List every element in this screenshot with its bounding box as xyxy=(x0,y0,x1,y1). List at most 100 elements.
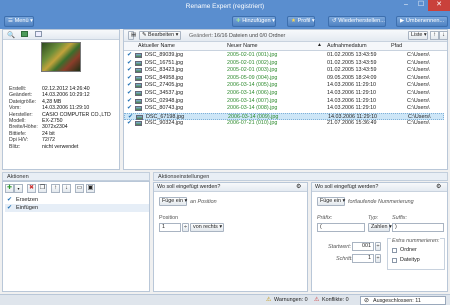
arrow-up-icon[interactable]: ↑ xyxy=(430,31,439,40)
add-action-icon[interactable]: ✚ xyxy=(5,184,14,193)
info-label: Bittiefe: xyxy=(9,130,27,137)
checkmark-icon[interactable]: ✔ xyxy=(127,98,132,105)
numbering-mode-description: fortlaufende Nummerierung xyxy=(348,199,414,205)
column-path[interactable]: Pfad xyxy=(391,43,402,49)
edit-label: Bearbeiten xyxy=(148,32,175,38)
position-spinner[interactable]: ÷ xyxy=(182,223,189,232)
current-name-cell: DSC_84958.jpg xyxy=(145,74,184,81)
checkmark-icon[interactable]: ✔ xyxy=(7,196,12,203)
table-row[interactable]: ✔ DSC_90324.jpg 2006-07-21 (010).jpg 21.07.… xyxy=(124,120,444,127)
document-icon[interactable] xyxy=(35,31,42,37)
checkmark-icon[interactable]: ✔ xyxy=(127,120,132,127)
current-name-cell: DSC_90324.jpg xyxy=(145,120,184,127)
pencil-icon: ✎ xyxy=(142,32,147,38)
numbering-gear-icon[interactable]: ⚙ xyxy=(436,183,441,190)
dropdown-icon[interactable]: ▾ xyxy=(14,184,23,193)
numbering-mode-select[interactable]: Füge ein ▾ xyxy=(317,197,345,206)
date-cell: 09.05.2005 18:24:09 xyxy=(327,74,377,81)
current-name-cell: DSC_34537.jpg xyxy=(145,90,184,96)
checkmark-icon[interactable]: ✔ xyxy=(127,75,132,82)
folder-icon[interactable]: ▭ xyxy=(75,184,84,193)
table-row[interactable]: ✔ DSC_34537.jpg 2006-03-14 (006).jpg 14.03.… xyxy=(124,90,444,97)
suffix-input[interactable]: ) xyxy=(392,223,444,232)
folder-checkbox[interactable] xyxy=(392,248,397,253)
arrow-down-icon[interactable]: ↓ xyxy=(439,31,448,40)
view-button[interactable]: Liste ▾ xyxy=(408,31,428,40)
warnings-count[interactable]: Warnungen: 0 xyxy=(274,297,308,303)
profile-button[interactable]: ★ Profil ▾ xyxy=(287,16,315,27)
info-label: Modell: xyxy=(9,118,26,124)
warning-icon: ⚠ xyxy=(266,297,272,303)
checkmark-icon[interactable]: ✔ xyxy=(127,67,132,74)
path-cell: C:\Users\ xyxy=(407,67,430,74)
checkmark-icon[interactable]: ✔ xyxy=(127,90,132,97)
close-button[interactable]: ✕ xyxy=(428,0,450,11)
maximize-button[interactable]: ☐ xyxy=(414,0,428,11)
search-icon[interactable]: 🔍 xyxy=(7,31,15,39)
checkmark-icon[interactable]: ✔ xyxy=(127,60,132,67)
insert-mode-select[interactable]: Füge ein ▾ xyxy=(159,197,187,206)
star-icon: ★ xyxy=(291,18,297,24)
minimize-button[interactable]: – xyxy=(398,0,414,11)
position-direction-select[interactable]: von rechts ▾ xyxy=(190,223,224,232)
column-new-name[interactable]: Neuer Name xyxy=(227,43,258,49)
start-input[interactable]: 001 xyxy=(352,242,374,251)
edit-button[interactable]: ✎ Bearbeiten ▾ xyxy=(139,31,181,40)
path-cell: C:\Users\ xyxy=(407,97,430,104)
new-name-cell: 2006-03-14 (007).jpg xyxy=(227,97,278,104)
step-input[interactable]: 1 xyxy=(352,254,374,263)
excluded-indicator[interactable]: ⊘ Ausgeschlossen: 11 xyxy=(360,296,446,305)
checkmark-icon[interactable]: ✔ xyxy=(127,52,132,59)
table-row[interactable]: ✔ DSC_89039.jpg 2005-02-01 (001).jpg 01.02.… xyxy=(124,52,444,59)
numbering-title-bar: Wo soll eingefügt werden? ⚙ xyxy=(312,183,447,192)
info-label: Breite/Höhe: xyxy=(9,124,38,131)
extra-numbering-box: Extra nummerieren: Ordner Dateityp xyxy=(387,238,445,270)
conflicts-count[interactable]: Konflikte: 0 xyxy=(322,297,349,303)
copy-icon[interactable]: ❐ xyxy=(38,184,47,193)
add-button[interactable]: ✚ Hinzufügen ▾ xyxy=(232,16,276,27)
numbering-mode-value: Füge ein xyxy=(320,198,341,204)
table-row[interactable]: ✔ DSC_27405.jpg 2006-03-14 (005).jpg 14.03.… xyxy=(124,82,444,89)
step-spinner[interactable]: ÷ xyxy=(375,254,381,263)
prefix-input[interactable]: ( xyxy=(317,223,365,232)
checkmark-icon[interactable]: ✔ xyxy=(127,105,132,112)
image-icon[interactable] xyxy=(21,31,28,37)
settings-gear-icon[interactable]: ⚙ xyxy=(296,183,301,190)
action-item[interactable]: ✔ Einfügen xyxy=(5,204,149,212)
image-file-icon xyxy=(135,68,142,74)
new-name-cell: 2005-02-01 (002).jpg xyxy=(227,59,278,66)
table-row[interactable]: ✔ DSC_67198.jpg 2006-03-14 (009).jpg 14.03.… xyxy=(124,112,444,120)
info-value: EX-Z750 xyxy=(42,118,63,124)
start-spinner[interactable]: ÷ xyxy=(375,242,381,251)
table-row[interactable]: ✔ DSC_84958.jpg 2005-05-09 (004).jpg 09.05.… xyxy=(124,75,444,82)
table-row[interactable]: ✔ DSC_80743.jpg 2006-03-14 (008).jpg 14.03.… xyxy=(124,105,444,112)
restore-button[interactable]: ↺ Wiederherstellen... xyxy=(328,16,386,27)
rename-button[interactable]: ▶ Umbenennen... xyxy=(396,16,448,27)
new-name-cell: 2006-03-14 (005).jpg xyxy=(227,82,278,89)
conflict-icon: ⚠ xyxy=(314,297,320,303)
table-row[interactable]: ✔ DSC_02948.jpg 2006-03-14 (007).jpg 14.03.… xyxy=(124,98,444,105)
suffix-value: ) xyxy=(395,224,397,230)
image-file-icon xyxy=(136,114,143,120)
path-cell: C:\Users\ xyxy=(407,74,430,81)
move-up-icon[interactable]: ↑ xyxy=(51,184,60,193)
path-cell: C:\Users\ xyxy=(407,90,430,96)
delete-icon[interactable]: ✖ xyxy=(27,184,36,193)
current-name-cell: DSC_02948.jpg xyxy=(145,97,184,104)
column-date[interactable]: Aufnahmedatum xyxy=(327,43,367,49)
checkmark-icon[interactable]: ✔ xyxy=(7,204,12,211)
save-icon[interactable]: ▣ xyxy=(86,184,95,193)
filetype-checkbox[interactable] xyxy=(392,258,397,263)
table-row[interactable]: ✔ DSC_83423.jpg 2005-02-01 (003).jpg 01.02.… xyxy=(124,67,444,74)
move-down-icon[interactable]: ↓ xyxy=(62,184,71,193)
menu-button[interactable]: ☰ Menü ▾ xyxy=(4,16,34,27)
type-select[interactable]: Zahlen ▾ xyxy=(368,223,392,232)
file-toolbar: ▤ ✎ Bearbeiten ▾ Geändert: 16/16 Dateien… xyxy=(124,30,448,42)
column-current-name[interactable]: Aktueller Name xyxy=(138,43,175,49)
position-input[interactable]: 1 xyxy=(159,223,181,232)
status-bar: ⚠ Warnungen: 0 ⚠ Konflikte: 0 ⊘ Ausgesch… xyxy=(0,294,450,305)
action-item[interactable]: ✔ Ersetzen xyxy=(5,196,149,204)
table-row[interactable]: ✔ DSC_16751.jpg 2005-02-01 (002).jpg 01.02.… xyxy=(124,60,444,67)
checkmark-icon[interactable]: ✔ xyxy=(127,82,132,89)
settings-icon[interactable]: ▤ xyxy=(128,31,136,40)
